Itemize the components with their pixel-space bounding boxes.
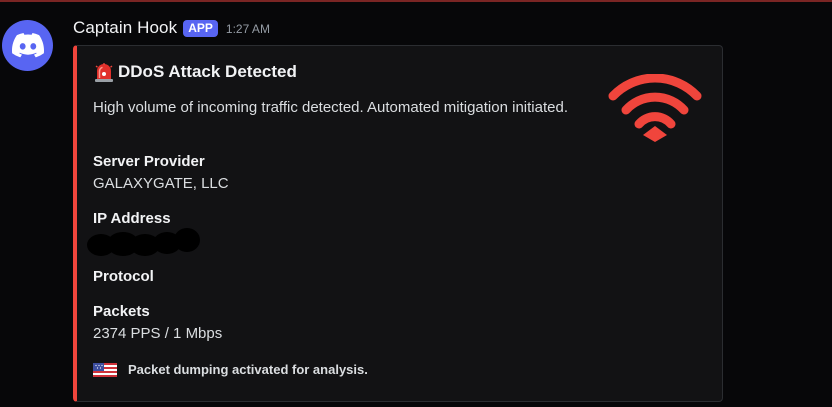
rotating-light-siren-icon (95, 63, 113, 82)
message-header: Captain Hook APP 1:27 AM (73, 17, 270, 39)
bot-avatar[interactable] (2, 20, 53, 71)
app-badge: APP (183, 19, 218, 37)
embed-card: DDoS Attack Detected High volume of inco… (73, 45, 723, 402)
field-name: Protocol (93, 268, 154, 285)
embed-description: High volume of incoming traffic detected… (93, 99, 568, 116)
field-server-provider: Server Provider GALAXYGATE, LLC (93, 151, 229, 195)
field-protocol: Protocol (93, 266, 154, 288)
embed-title-text: DDoS Attack Detected (118, 62, 297, 81)
footer-text: Packet dumping activated for analysis. (128, 362, 368, 377)
field-name: Packets (93, 303, 150, 320)
us-flag-icon (93, 362, 117, 377)
field-name: Server Provider (93, 153, 205, 170)
field-packets: Packets 2374 PPS / 1 Mbps (93, 301, 222, 345)
redaction-scribble (87, 228, 200, 256)
message-timestamp[interactable]: 1:27 AM (226, 22, 270, 36)
embed-title: DDoS Attack Detected (93, 61, 297, 83)
wifi-signal-icon[interactable] (607, 74, 703, 146)
field-value: GALAXYGATE, LLC (93, 175, 229, 192)
discord-logo-icon (11, 33, 44, 58)
author-name[interactable]: Captain Hook (73, 18, 177, 38)
field-value: 2374 PPS / 1 Mbps (93, 325, 223, 342)
unread-divider (0, 0, 832, 2)
embed-footer: Packet dumping activated for analysis. (93, 362, 368, 377)
